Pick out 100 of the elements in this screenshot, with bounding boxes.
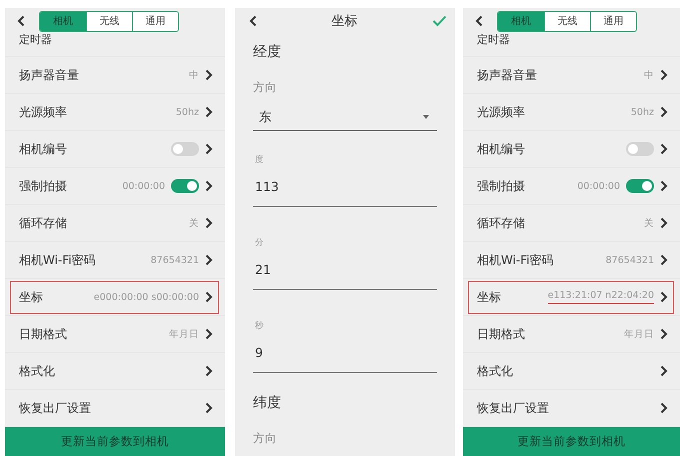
row-value: 00:00:00 xyxy=(122,180,165,192)
row-label: 相机Wi-Fi密码 xyxy=(19,252,96,268)
chevron-right-icon xyxy=(205,291,213,303)
tab[interactable]: 通用 xyxy=(132,12,178,30)
row-value: e113:21:07 n22:04:20 xyxy=(548,290,654,304)
row-value: 87654321 xyxy=(606,254,654,266)
settings-row[interactable]: 相机编号 xyxy=(5,131,225,168)
row-value: 中 xyxy=(644,68,654,82)
chevron-right-icon xyxy=(660,106,668,118)
chevron-right-icon xyxy=(660,180,668,192)
chevron-right-icon xyxy=(660,365,668,377)
back-icon[interactable] xyxy=(249,15,257,27)
row-label: 定时器 xyxy=(477,34,510,46)
toggle-switch[interactable] xyxy=(171,142,199,156)
chevron-right-icon xyxy=(660,254,668,266)
settings-row[interactable]: 日期格式 年月日 xyxy=(5,316,225,353)
chevron-right-icon xyxy=(660,217,668,229)
input-field[interactable]: 113 xyxy=(253,166,437,207)
row-label: 恢复出厂设置 xyxy=(477,400,549,416)
settings-row[interactable]: 相机Wi-Fi密码 87654321 xyxy=(5,242,225,279)
chevron-right-icon xyxy=(205,402,213,414)
row-label: 格式化 xyxy=(477,362,513,380)
chevron-right-icon xyxy=(660,402,668,414)
row-label: 循环存储 xyxy=(19,214,67,232)
row-value: 00:00:00 xyxy=(577,180,620,192)
settings-row[interactable]: 定时器 xyxy=(5,34,225,57)
row-label: 格式化 xyxy=(19,362,55,380)
chevron-right-icon xyxy=(205,328,213,340)
tab[interactable]: 无线 xyxy=(544,12,590,30)
input-field[interactable]: 9 xyxy=(253,332,437,373)
row-label: 强制拍摄 xyxy=(477,178,525,194)
settings-row[interactable]: 格式化 xyxy=(5,353,225,390)
row-label: 扬声器音量 xyxy=(477,66,537,84)
row-label: 光源频率 xyxy=(19,104,67,120)
field-label: 方向 xyxy=(253,430,277,446)
row-label: 光源频率 xyxy=(477,104,525,120)
row-label: 循环存储 xyxy=(477,214,525,232)
chevron-right-icon xyxy=(205,106,213,118)
field-label: 方向 xyxy=(253,80,277,94)
field-label: 秒 xyxy=(255,320,264,332)
settings-row[interactable]: 循环存储 关 xyxy=(5,205,225,242)
settings-row[interactable]: 扬声器音量 中 xyxy=(5,57,225,94)
row-value: 87654321 xyxy=(150,254,199,266)
direction-dropdown[interactable]: 东 xyxy=(253,104,437,131)
settings-row[interactable]: 定时器 xyxy=(463,34,680,57)
settings-row[interactable]: 相机编号 xyxy=(463,131,680,168)
field-label: 分 xyxy=(255,237,264,249)
dropdown-arrow-icon xyxy=(423,115,429,119)
row-value: 中 xyxy=(189,68,199,82)
input-field[interactable]: 21 xyxy=(253,249,437,290)
row-label: 坐标 xyxy=(477,288,501,306)
row-label: 扬声器音量 xyxy=(19,66,79,84)
settings-row[interactable]: 坐标 e000:00:00 s00:00:00 xyxy=(5,279,225,316)
chevron-right-icon xyxy=(660,291,668,303)
back-icon[interactable] xyxy=(475,15,483,27)
chevron-right-icon xyxy=(660,328,668,340)
row-label: 定时器 xyxy=(19,34,52,46)
settings-row[interactable]: 日期格式 年月日 xyxy=(463,316,680,353)
toggle-switch[interactable] xyxy=(626,179,654,193)
chevron-right-icon xyxy=(660,69,668,81)
row-value: 年月日 xyxy=(624,328,654,340)
update-button[interactable]: 更新当前参数到相机 xyxy=(5,427,225,456)
checkmark-icon[interactable] xyxy=(432,15,447,27)
settings-row[interactable]: 坐标 e113:21:07 n22:04:20 xyxy=(463,279,680,316)
section-heading: 经度 xyxy=(253,43,282,62)
row-label: 相机Wi-Fi密码 xyxy=(477,252,554,268)
update-button[interactable]: 更新当前参数到相机 xyxy=(463,427,680,456)
settings-row[interactable]: 光源频率 50hz xyxy=(5,94,225,131)
row-label: 强制拍摄 xyxy=(19,178,67,194)
toggle-switch[interactable] xyxy=(171,179,199,193)
row-label: 相机编号 xyxy=(19,140,67,158)
settings-row[interactable]: 相机Wi-Fi密码 87654321 xyxy=(463,242,680,279)
settings-row[interactable]: 强制拍摄 00:00:00 xyxy=(463,168,680,205)
row-value: 关 xyxy=(189,216,199,230)
chevron-right-icon xyxy=(660,143,668,155)
settings-row[interactable]: 光源频率 50hz xyxy=(463,94,680,131)
row-label: 日期格式 xyxy=(477,326,525,342)
toggle-switch[interactable] xyxy=(626,142,654,156)
tab[interactable]: 通用 xyxy=(590,12,636,30)
chevron-right-icon xyxy=(205,254,213,266)
chevron-right-icon xyxy=(205,217,213,229)
settings-row[interactable]: 扬声器音量 中 xyxy=(463,57,680,94)
chevron-right-icon xyxy=(205,180,213,192)
back-icon[interactable] xyxy=(17,15,25,27)
row-value: 50hz xyxy=(176,106,199,118)
tab[interactable]: 相机 xyxy=(40,12,86,30)
row-value: e000:00:00 s00:00:00 xyxy=(94,292,199,302)
row-label: 日期格式 xyxy=(19,326,67,342)
row-value: 年月日 xyxy=(169,328,199,340)
tab[interactable]: 无线 xyxy=(86,12,132,30)
chevron-right-icon xyxy=(205,143,213,155)
settings-row[interactable]: 格式化 xyxy=(463,353,680,390)
chevron-right-icon xyxy=(205,69,213,81)
row-label: 恢复出厂设置 xyxy=(19,400,91,416)
tab[interactable]: 相机 xyxy=(498,12,544,30)
settings-row[interactable]: 强制拍摄 00:00:00 xyxy=(5,168,225,205)
field-label: 度 xyxy=(255,154,264,166)
row-value: 关 xyxy=(644,216,654,230)
section-heading: 纬度 xyxy=(253,394,282,413)
settings-row[interactable]: 循环存储 关 xyxy=(463,205,680,242)
